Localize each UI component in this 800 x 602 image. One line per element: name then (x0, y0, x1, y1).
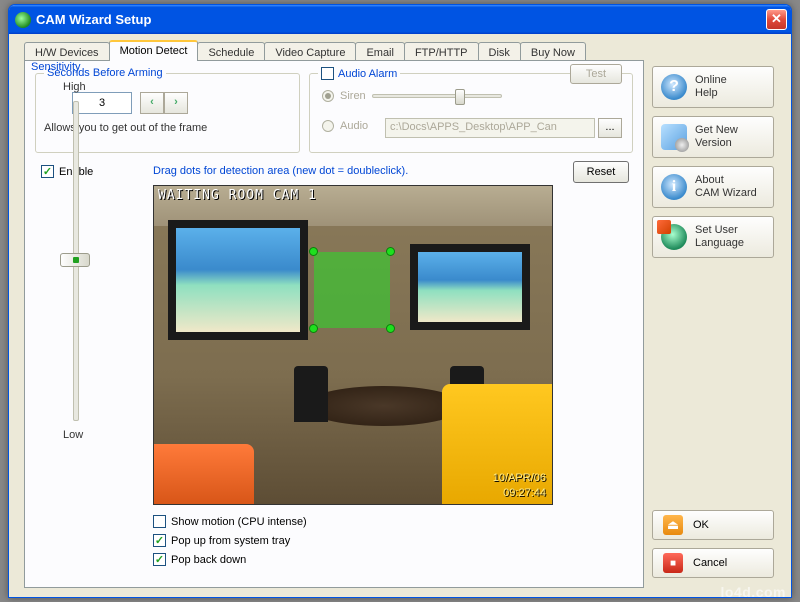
sensitivity-low-label: Low (63, 429, 83, 441)
audio-browse-button[interactable]: ... (598, 118, 622, 138)
sensitivity-thumb[interactable] (60, 253, 90, 267)
enable-checkbox[interactable] (41, 165, 54, 178)
about-label: AboutCAM Wizard (695, 174, 757, 200)
window-title: CAM Wizard Setup (36, 12, 766, 27)
audio-file-radio[interactable] (322, 120, 334, 132)
audio-alarm-checkbox[interactable] (321, 67, 334, 80)
detection-handle-tr[interactable] (386, 247, 395, 256)
set-language-label: Set UserLanguage (695, 224, 744, 250)
ok-icon (663, 515, 683, 535)
popback-row: Pop back down (153, 553, 307, 566)
watermark: lo4d.com (721, 584, 786, 600)
popup-checkbox[interactable] (153, 534, 166, 547)
reset-button[interactable]: Reset (573, 161, 629, 183)
camera-timestamp: 10/APR/0609:27:44 (493, 470, 546, 500)
siren-volume-thumb[interactable] (455, 89, 465, 105)
close-button[interactable]: ✕ (766, 9, 787, 30)
popback-checkbox[interactable] (153, 553, 166, 566)
online-help-button[interactable]: OnlineHelp (652, 66, 774, 108)
cancel-label: Cancel (693, 557, 727, 569)
sensitivity-high-label: High (63, 81, 86, 93)
tab-strip: H/W Devices Motion Detect Schedule Video… (24, 40, 585, 61)
arming-decrease-button[interactable]: ‹ (140, 92, 164, 114)
audio-alarm-legend: Audio Alarm (318, 67, 400, 80)
show-motion-checkbox[interactable] (153, 515, 166, 528)
siren-label: Siren (340, 90, 366, 102)
arming-seconds-input[interactable]: 3 (72, 92, 132, 114)
cancel-icon (663, 553, 683, 573)
detection-handle-bl[interactable] (309, 324, 318, 333)
camera-overlay-text: WAITING ROOM CAM 1 (158, 188, 317, 203)
audio-path-input[interactable]: c:\Docs\APPS_Desktop\APP_Can (385, 118, 595, 138)
bottom-checkboxes: Show motion (CPU intense) Pop up from sy… (153, 515, 307, 566)
app-icon (15, 12, 31, 28)
arming-stepper: ‹ › (140, 92, 188, 114)
ok-label: OK (693, 519, 709, 531)
titlebar: CAM Wizard Setup ✕ (9, 5, 791, 34)
siren-volume-slider[interactable] (372, 94, 502, 98)
table (304, 386, 464, 426)
tab-motion-detect[interactable]: Motion Detect (109, 40, 199, 61)
cancel-button[interactable]: Cancel (652, 548, 774, 578)
show-motion-row: Show motion (CPU intense) (153, 515, 307, 528)
drag-hint: Drag dots for detection area (new dot = … (153, 165, 408, 177)
detection-area[interactable] (314, 252, 390, 328)
get-new-version-label: Get NewVersion (695, 124, 738, 150)
audio-file-label: Audio (340, 120, 368, 132)
camera-preview[interactable]: WAITING ROOM CAM 1 10/APR/0609:27:44 (153, 185, 553, 505)
detection-handle-tl[interactable] (309, 247, 318, 256)
chair-1 (294, 366, 328, 422)
arming-hint: Allows you to get out of the frame (44, 122, 207, 134)
siren-radio[interactable] (322, 90, 334, 102)
tab-panel: Seconds Before Arming 3 ‹ › Allows you t… (24, 60, 644, 588)
arming-increase-button[interactable]: › (164, 92, 188, 114)
audio-test-button[interactable]: Test (570, 64, 622, 84)
client-area: H/W Devices Motion Detect Schedule Video… (12, 34, 788, 594)
side-button-column: OnlineHelp Get NewVersion AboutCAM Wizar… (652, 66, 774, 258)
set-language-button[interactable]: Set UserLanguage (652, 216, 774, 258)
online-help-label: OnlineHelp (695, 74, 727, 100)
globe-icon (661, 224, 687, 250)
siren-radio-row: Siren (322, 90, 502, 102)
wall-picture-2 (410, 244, 530, 330)
download-icon (661, 124, 687, 150)
ok-button[interactable]: OK (652, 510, 774, 540)
audio-alarm-group: Audio Alarm Test Siren Audio c:\Docs\APP… (309, 73, 633, 153)
sensitivity-legend: Sensitivity (31, 61, 81, 73)
info-icon (661, 174, 687, 200)
action-button-column: OK Cancel (652, 510, 774, 578)
help-icon (661, 74, 687, 100)
show-motion-label: Show motion (CPU intense) (171, 516, 307, 528)
app-window: CAM Wizard Setup ✕ H/W Devices Motion De… (8, 4, 792, 598)
get-new-version-button[interactable]: Get NewVersion (652, 116, 774, 158)
orange-couch (154, 444, 254, 504)
about-button[interactable]: AboutCAM Wizard (652, 166, 774, 208)
popup-label: Pop up from system tray (171, 535, 290, 547)
enable-row: Enable (41, 165, 93, 178)
audio-alarm-label: Audio Alarm (338, 68, 397, 80)
popback-label: Pop back down (171, 554, 246, 566)
popup-row: Pop up from system tray (153, 534, 307, 547)
wall-picture-1 (168, 220, 308, 340)
audio-radio-row: Audio (322, 120, 368, 132)
detection-handle-br[interactable] (386, 324, 395, 333)
preview-scene (154, 186, 552, 504)
